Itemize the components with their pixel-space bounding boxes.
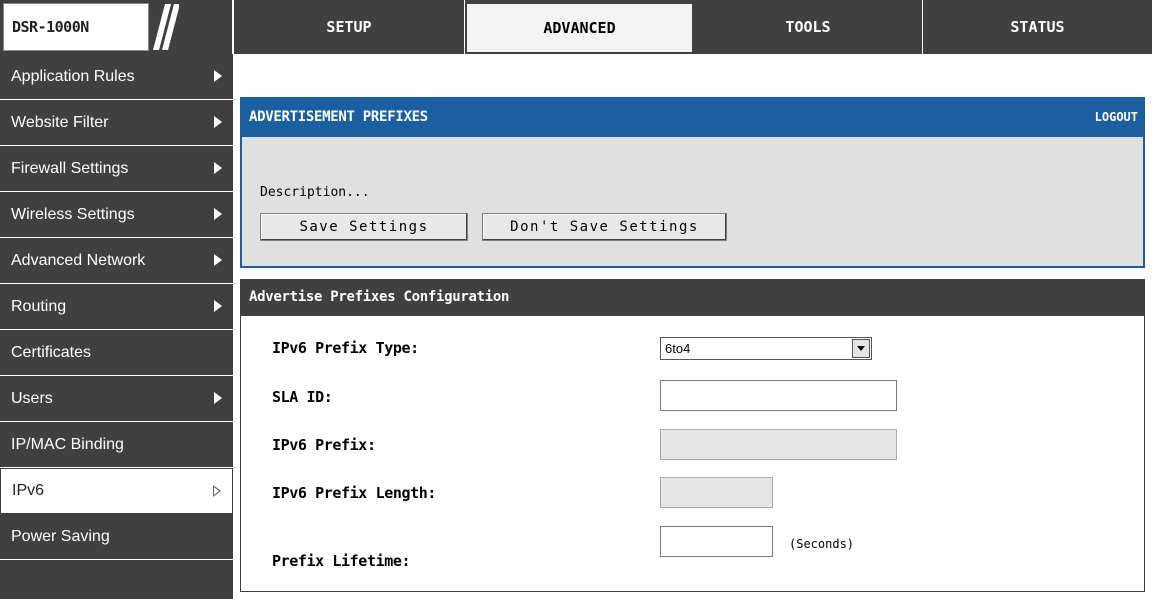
arrow-right-icon [214, 116, 222, 128]
sidebar-item-label: Advanced Network [11, 251, 146, 269]
sidebar-item-certificates[interactable]: Certificates [0, 330, 233, 376]
config-section-header: Advertise Prefixes Configuration [240, 279, 1145, 316]
dont-save-settings-button[interactable]: Don't Save Settings [482, 213, 727, 241]
tab-advanced[interactable]: ADVANCED [465, 0, 694, 54]
sidebar-item-ip-mac-binding[interactable]: IP/MAC Binding [0, 422, 233, 468]
config-section-body: IPv6 Prefix Type: 6to4 SLA ID: IPv6 Pref… [240, 316, 1145, 592]
sidebar-item-label: Certificates [11, 343, 92, 361]
logo-area: DSR-1000N [0, 0, 233, 54]
sidebar-item-firewall-settings[interactable]: Firewall Settings [0, 146, 233, 192]
description-text: Description... [260, 185, 370, 200]
page-title: ADVERTISEMENT PREFIXES [249, 109, 428, 125]
sidebar-item-label: Website Filter [11, 113, 109, 131]
sidebar-item-label: IP/MAC Binding [11, 435, 124, 453]
sla-id-input[interactable] [660, 380, 897, 411]
sidebar-item-label: IPv6 [12, 482, 45, 499]
device-model-box: DSR-1000N [3, 3, 149, 51]
arrow-right-icon [214, 70, 222, 82]
arrow-right-icon [214, 254, 222, 266]
panel-body: Description... Save Settings Don't Save … [240, 137, 1145, 268]
sidebar-item-power-saving[interactable]: Power Saving [0, 514, 233, 560]
save-settings-button[interactable]: Save Settings [260, 213, 468, 241]
logout-link[interactable]: LOGOUT [1095, 110, 1138, 124]
sidebar-item-advanced-network[interactable]: Advanced Network [0, 238, 233, 284]
sla-id-label: SLA ID: [272, 388, 333, 406]
arrow-right-outline-icon [213, 485, 221, 497]
sidebar-item-label: Wireless Settings [11, 205, 135, 223]
prefix-length-label: IPv6 Prefix Length: [272, 484, 436, 502]
chevron-down-icon [857, 346, 865, 351]
prefix-lifetime-label: Prefix Lifetime: [272, 552, 411, 570]
prefix-type-select[interactable]: 6to4 [660, 337, 872, 360]
config-section-title: Advertise Prefixes Configuration [249, 289, 510, 305]
sidebar-item-wireless-settings[interactable]: Wireless Settings [0, 192, 233, 238]
sidebar-item-application-rules[interactable]: Application Rules [0, 54, 233, 100]
prefix-type-value: 6to4 [665, 341, 691, 356]
dropdown-button[interactable] [852, 339, 870, 358]
sidebar-item-label: Firewall Settings [11, 159, 129, 177]
sidebar-item-label: Users [11, 389, 53, 407]
prefix-type-label: IPv6 Prefix Type: [272, 339, 419, 357]
sidebar-item-label: Power Saving [11, 527, 110, 545]
arrow-right-icon [214, 162, 222, 174]
prefix-length-input[interactable] [660, 477, 773, 508]
tab-status[interactable]: STATUS [923, 0, 1152, 54]
sidebar-item-website-filter[interactable]: Website Filter [0, 100, 233, 146]
tab-tools[interactable]: TOOLS [694, 0, 923, 54]
sidebar-item-label: Routing [11, 297, 67, 315]
prefix-lifetime-input[interactable] [660, 526, 773, 557]
arrow-right-icon [214, 392, 222, 404]
sidebar: Application Rules Website Filter Firewal… [0, 54, 233, 599]
sidebar-item-routing[interactable]: Routing [0, 284, 233, 330]
slash-logo-icon [153, 4, 179, 50]
sidebar-item-ipv6[interactable]: IPv6 [0, 468, 233, 514]
lifetime-unit: (Seconds) [789, 537, 855, 551]
prefix-input[interactable] [660, 429, 897, 460]
arrow-right-icon [214, 208, 222, 220]
arrow-right-icon [214, 300, 222, 312]
prefix-label: IPv6 Prefix: [272, 436, 376, 454]
sidebar-item-users[interactable]: Users [0, 376, 233, 422]
panel-header: ADVERTISEMENT PREFIXES LOGOUT [240, 97, 1145, 137]
top-bar: DSR-1000N SETUP ADVANCED TOOLS STATUS [0, 0, 1152, 54]
device-model: DSR-1000N [12, 18, 89, 36]
sidebar-item-label: Application Rules [11, 67, 135, 85]
tab-setup[interactable]: SETUP [234, 0, 465, 54]
